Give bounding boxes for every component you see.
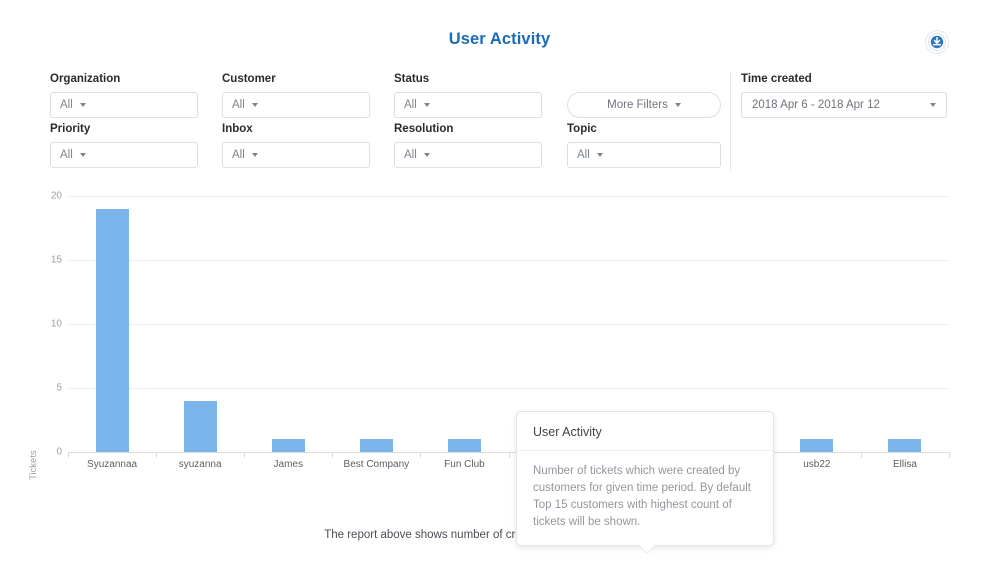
filter-value-topic: All xyxy=(577,149,590,161)
filter-value-status: All xyxy=(404,99,417,111)
filter-value-inbox: All xyxy=(232,149,245,161)
x-tick xyxy=(68,452,69,458)
date-range-value: 2018 Apr 6 - 2018 Apr 12 xyxy=(752,99,880,111)
filter-value-priority: All xyxy=(60,149,73,161)
filter-divider xyxy=(730,72,731,170)
bar-chart: Tickets 0 5 10 15 20 xyxy=(0,180,999,480)
filter-resolution: Resolution All xyxy=(394,122,542,168)
x-tick xyxy=(949,452,950,458)
x-axis-label: James xyxy=(273,459,303,470)
chart-x-axis: Syuzannaa syuzanna James Best Company Fun Cl… xyxy=(0,452,999,482)
bar[interactable] xyxy=(359,439,393,452)
bar[interactable] xyxy=(95,208,129,452)
filter-time-created: Time created 2018 Apr 6 - 2018 Apr 12 xyxy=(741,72,947,118)
bar[interactable] xyxy=(271,439,305,452)
more-filters-label: More Filters xyxy=(607,99,668,111)
info-popover: User Activity Number of tickets which we… xyxy=(516,411,774,554)
gridline-5 xyxy=(68,388,949,389)
gridline-10 xyxy=(68,324,949,325)
popover-title: User Activity xyxy=(517,412,773,451)
filter-label-topic: Topic xyxy=(567,123,597,135)
bar[interactable] xyxy=(800,439,834,452)
filter-select-customer[interactable]: All xyxy=(222,92,370,118)
filter-value-resolution: All xyxy=(404,149,417,161)
gridline-20 xyxy=(68,196,949,197)
download-circle-icon xyxy=(928,33,946,51)
popover-body: Number of tickets which were created by … xyxy=(533,465,751,528)
x-axis-label: Best Company xyxy=(343,459,410,470)
filter-customer: Customer All xyxy=(222,72,370,118)
bar[interactable] xyxy=(888,439,922,452)
filter-select-status[interactable]: All xyxy=(394,92,542,118)
filter-select-inbox[interactable]: All xyxy=(222,142,370,168)
filter-priority: Priority All xyxy=(50,122,198,168)
filter-label-status: Status xyxy=(394,73,430,85)
x-tick xyxy=(156,452,158,458)
filter-label-inbox: Inbox xyxy=(222,123,253,135)
filter-select-organization[interactable]: All xyxy=(50,92,198,118)
bar[interactable] xyxy=(183,400,217,452)
y-tick-label: 15 xyxy=(50,254,62,266)
filter-topic: Topic All xyxy=(567,122,721,168)
chevron-down-icon xyxy=(423,153,430,157)
x-tick xyxy=(508,452,510,458)
x-axis-label: Fun Club xyxy=(444,459,485,470)
chevron-down-icon xyxy=(930,103,936,107)
date-range-select[interactable]: 2018 Apr 6 - 2018 Apr 12 xyxy=(741,92,947,118)
more-filters-button[interactable]: More Filters xyxy=(567,92,721,118)
filter-value-customer: All xyxy=(232,99,245,111)
filter-value-organization: All xyxy=(60,99,73,111)
y-tick-label: 5 xyxy=(56,382,62,394)
footer-caption-row: The report above shows number of created… xyxy=(0,527,999,542)
gridline-15 xyxy=(68,260,949,261)
x-tick xyxy=(420,452,422,458)
filter-bar: Organization All Customer All Status All… xyxy=(50,72,949,172)
filter-label-time-created: Time created xyxy=(741,73,812,85)
x-tick xyxy=(860,452,862,458)
page-title: User Activity xyxy=(448,30,551,48)
x-axis-label: Ellisa xyxy=(892,459,917,470)
y-tick-label: 20 xyxy=(50,190,62,202)
filter-select-topic[interactable]: All xyxy=(567,142,721,168)
chevron-down-icon xyxy=(251,103,258,107)
filter-inbox: Inbox All xyxy=(222,122,370,168)
x-axis-label: syuzanna xyxy=(178,459,222,470)
filter-label-priority: Priority xyxy=(50,123,91,135)
x-axis-label: Syuzannaa xyxy=(87,459,138,470)
chevron-down-icon xyxy=(79,103,86,107)
filter-label-resolution: Resolution xyxy=(394,123,454,135)
x-tick xyxy=(244,452,246,458)
y-tick-label: 10 xyxy=(50,318,62,330)
filter-label-organization: Organization xyxy=(50,73,121,85)
popover-arrow-inner xyxy=(638,544,656,553)
chevron-down-icon xyxy=(596,153,603,157)
filter-select-resolution[interactable]: All xyxy=(394,142,542,168)
bar[interactable] xyxy=(447,439,481,452)
filter-status: Status All xyxy=(394,72,542,118)
chevron-down-icon xyxy=(251,153,258,157)
x-axis-label: usb22 xyxy=(803,459,831,470)
chevron-down-icon xyxy=(674,103,681,107)
chevron-down-icon xyxy=(79,153,86,157)
download-button[interactable] xyxy=(925,30,949,54)
filter-select-priority[interactable]: All xyxy=(50,142,198,168)
x-tick xyxy=(332,452,334,458)
filter-label-customer: Customer xyxy=(222,73,276,85)
filter-organization: Organization All xyxy=(50,72,198,118)
chevron-down-icon xyxy=(423,103,430,107)
